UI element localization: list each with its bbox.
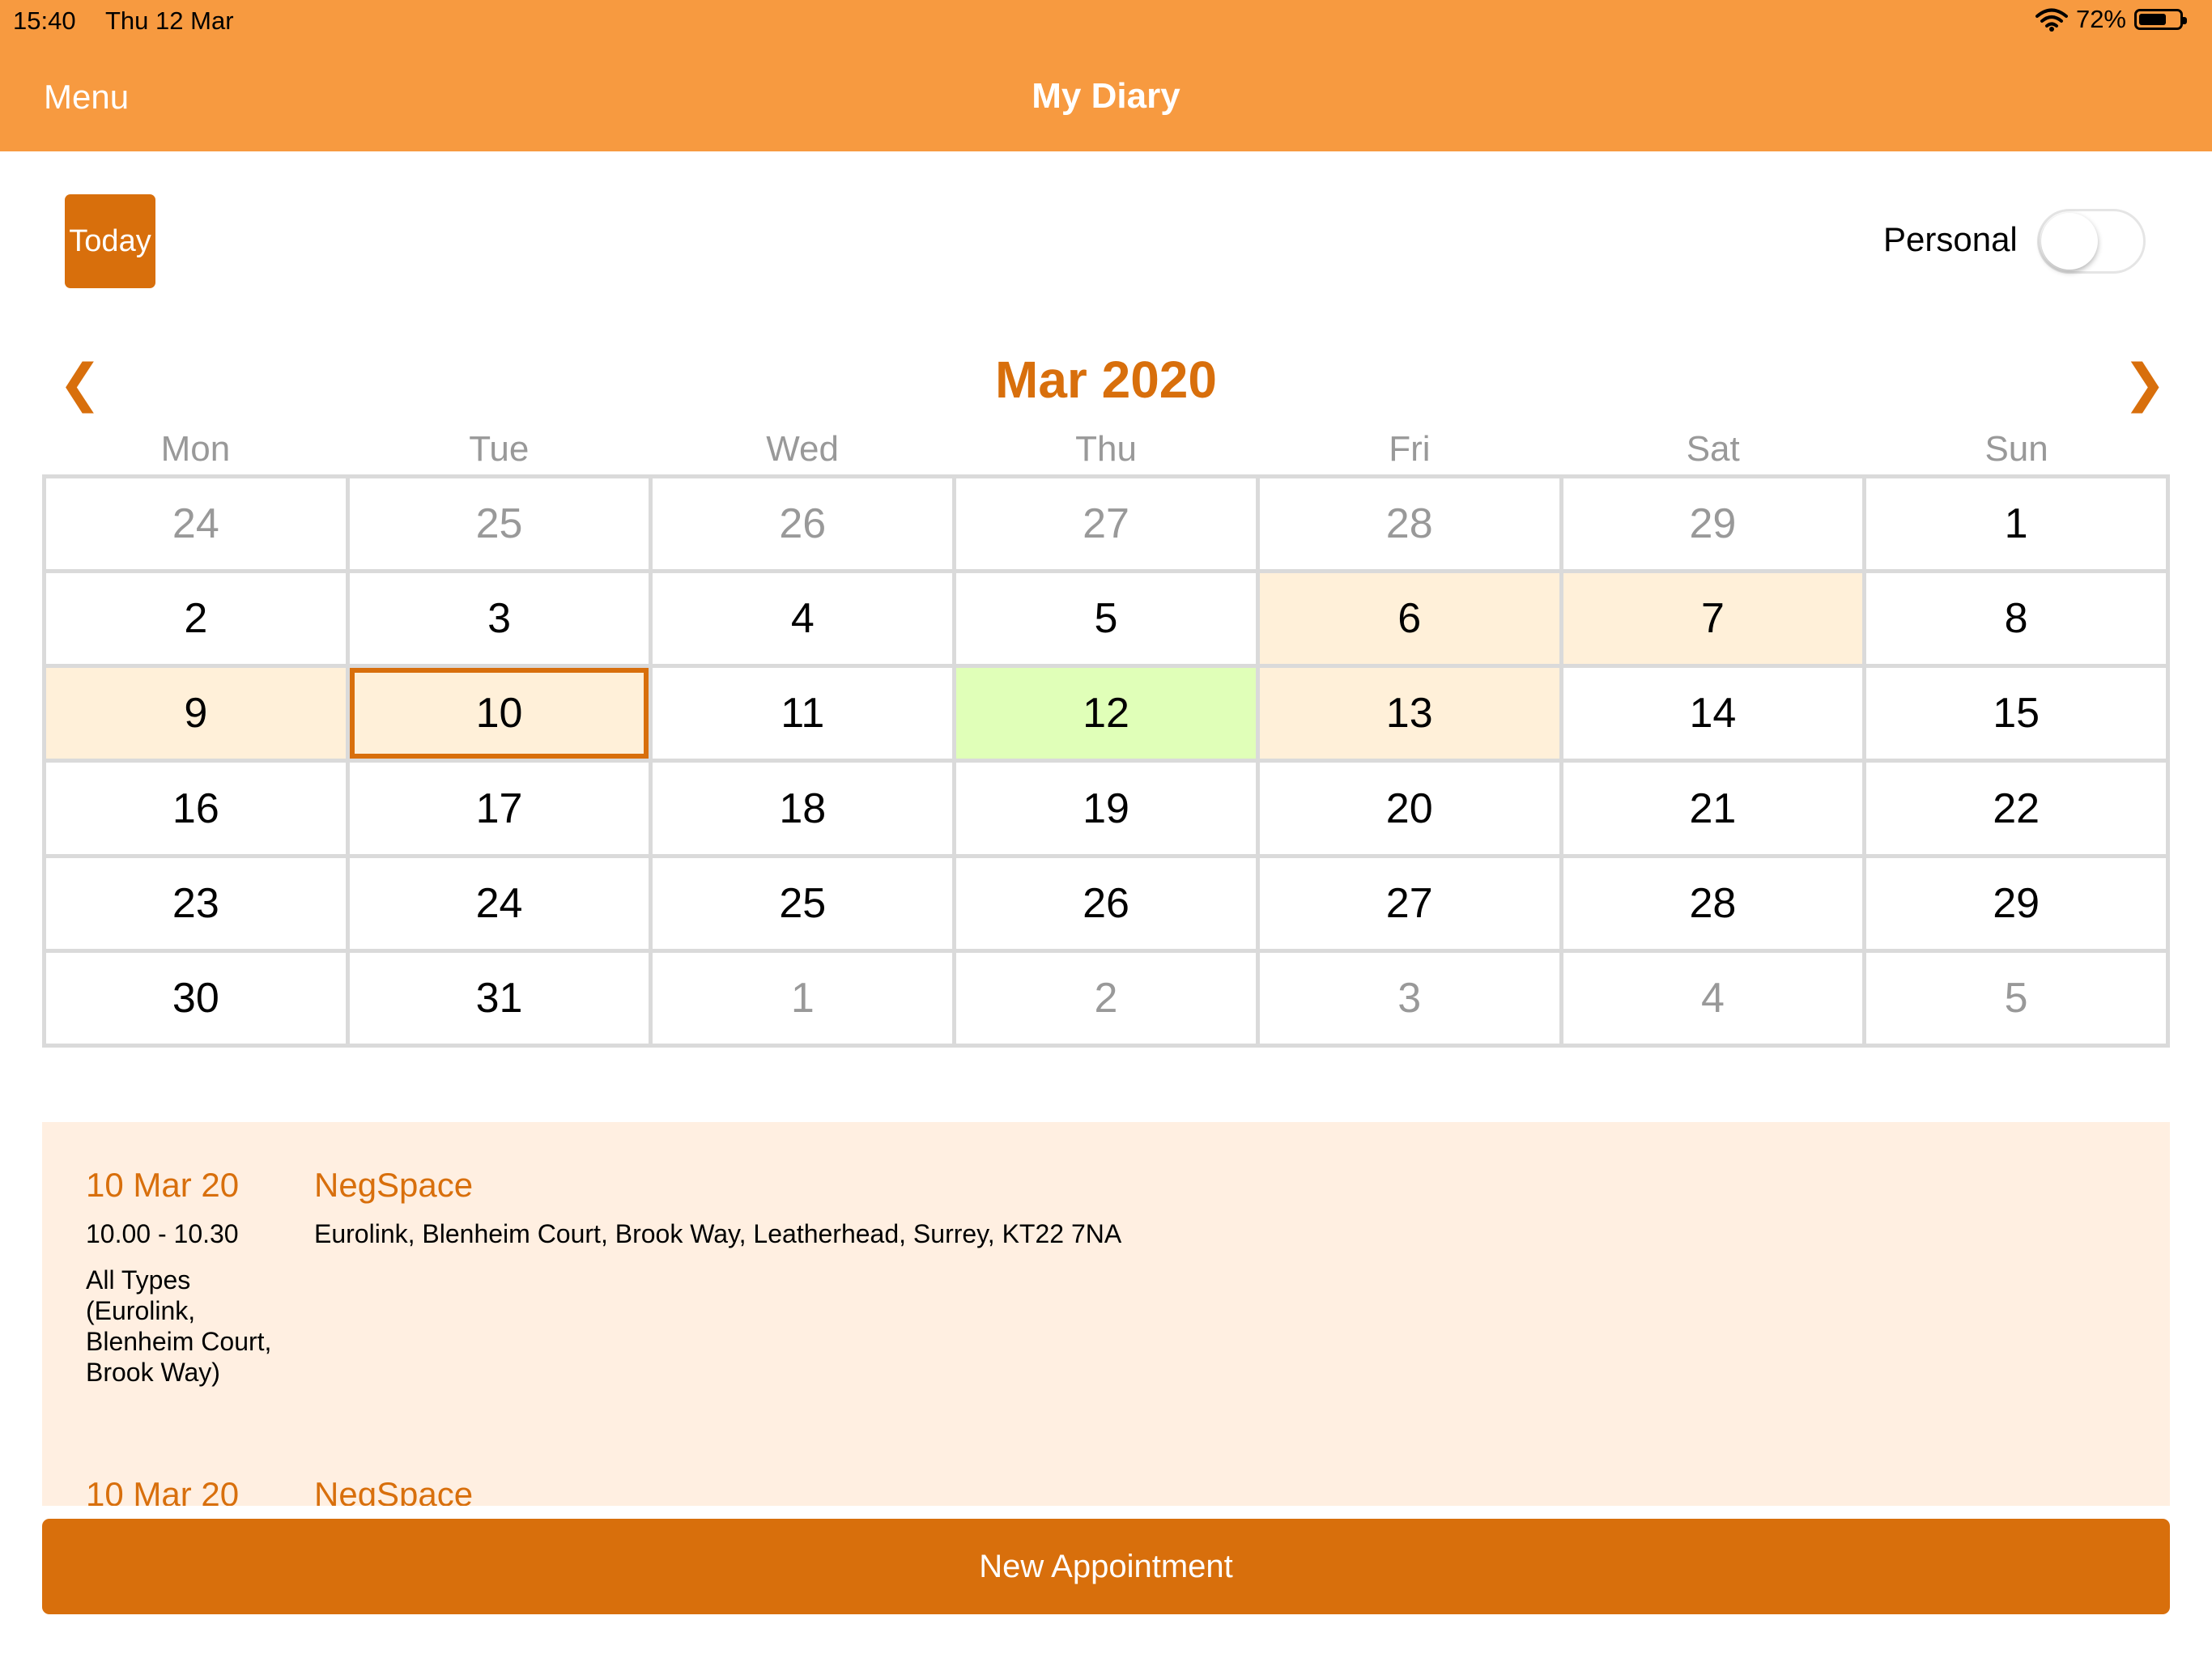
calendar-day[interactable]: 30 bbox=[46, 952, 346, 1044]
calendar-day[interactable]: 11 bbox=[653, 668, 953, 759]
calendar-day[interactable]: 20 bbox=[1259, 763, 1559, 854]
calendar-day[interactable]: 9 bbox=[46, 668, 346, 759]
calendar-day[interactable]: 3 bbox=[349, 573, 649, 665]
appointment-types: All Types (Eurolink, Blenheim Court, Bro… bbox=[86, 1265, 272, 1387]
calendar-day[interactable]: 5 bbox=[956, 573, 1256, 665]
calendar-day[interactable]: 27 bbox=[1259, 857, 1559, 949]
calendar-day[interactable]: 26 bbox=[653, 478, 953, 570]
calendar-grid: 24 25 26 27 28 29 1 2 3 4 5 6 7 8 9 10 11 12 13 14 15 16 17 18 1… bbox=[42, 474, 2170, 1048]
weekday-label: Mon bbox=[160, 429, 231, 469]
month-title: Mar 2020 bbox=[995, 351, 1217, 409]
page-title: My Diary bbox=[1032, 76, 1180, 116]
calendar-day[interactable]: 26 bbox=[956, 857, 1256, 949]
calendar-day[interactable]: 5 bbox=[1866, 952, 2166, 1044]
appointment-date: 10 Mar 20 bbox=[86, 1475, 240, 1506]
calendar-day[interactable]: 17 bbox=[349, 763, 649, 854]
calendar-day[interactable]: 1 bbox=[1866, 478, 2166, 570]
calendar-day[interactable]: 7 bbox=[1563, 573, 1863, 665]
status-date: Thu 12 Mar bbox=[105, 6, 234, 35]
calendar-day[interactable]: 2 bbox=[46, 573, 346, 665]
appointment-date: 10 Mar 20 bbox=[86, 1166, 240, 1204]
calendar-day[interactable]: 24 bbox=[349, 857, 649, 949]
calendar-day[interactable]: 14 bbox=[1563, 668, 1863, 759]
battery-nub bbox=[2183, 17, 2187, 24]
calendar-day[interactable]: 4 bbox=[653, 573, 953, 665]
calendar-day[interactable]: 29 bbox=[1563, 478, 1863, 570]
calendar-day[interactable]: 1 bbox=[653, 952, 953, 1044]
calendar-day[interactable]: 15 bbox=[1866, 668, 2166, 759]
new-appointment-button[interactable]: New Appointment bbox=[42, 1519, 2170, 1614]
battery-icon bbox=[2134, 9, 2187, 30]
calendar-day[interactable]: 22 bbox=[1866, 763, 2166, 854]
next-month-chevron-icon[interactable]: ❯ bbox=[2123, 353, 2167, 414]
weekday-label: Thu bbox=[1075, 429, 1137, 469]
calendar-day[interactable]: 28 bbox=[1259, 478, 1559, 570]
appointment-list[interactable]: 10 Mar 20 NegSpace 10.00 - 10.30 Eurolin… bbox=[42, 1122, 2170, 1506]
calendar-day[interactable]: 25 bbox=[349, 478, 649, 570]
calendar-day[interactable]: 28 bbox=[1563, 857, 1863, 949]
today-button[interactable]: Today bbox=[65, 194, 155, 288]
personal-label: Personal bbox=[1883, 220, 2018, 258]
weekday-label: Wed bbox=[766, 429, 839, 469]
personal-toggle[interactable] bbox=[2037, 209, 2146, 274]
status-time: 15:40 bbox=[13, 6, 76, 35]
calendar-day[interactable]: 19 bbox=[956, 763, 1256, 854]
calendar-day[interactable]: 13 bbox=[1259, 668, 1559, 759]
weekday-label: Sun bbox=[1984, 429, 2048, 469]
calendar-day[interactable]: 31 bbox=[349, 952, 649, 1044]
weekday-header: Mon Tue Wed Thu Fri Sat Sun bbox=[44, 429, 2168, 478]
calendar-day[interactable]: 8 bbox=[1866, 573, 2166, 665]
calendar-day[interactable]: 16 bbox=[46, 763, 346, 854]
calendar-day[interactable]: 24 bbox=[46, 478, 346, 570]
calendar-day[interactable]: 29 bbox=[1866, 857, 2166, 949]
battery-level bbox=[2139, 14, 2166, 25]
toggle-knob bbox=[2041, 213, 2098, 270]
app-header: 15:40 Thu 12 Mar 72% Menu My Diary bbox=[0, 0, 2212, 151]
weekday-label: Sat bbox=[1686, 429, 1740, 469]
calendar-day[interactable]: 6 bbox=[1259, 573, 1559, 665]
calendar-day[interactable]: 18 bbox=[653, 763, 953, 854]
wifi-icon bbox=[2035, 8, 2068, 32]
calendar-day[interactable]: 27 bbox=[956, 478, 1256, 570]
status-indicators: 72% bbox=[2035, 5, 2187, 34]
appointment-address: Eurolink, Blenheim Court, Brook Way, Lea… bbox=[314, 1219, 1122, 1248]
appointment-time: 10.00 - 10.30 bbox=[86, 1219, 239, 1248]
calendar-day[interactable]: 23 bbox=[46, 857, 346, 949]
calendar-day[interactable]: 2 bbox=[956, 952, 1256, 1044]
weekday-label: Fri bbox=[1389, 429, 1431, 469]
calendar-day[interactable]: 3 bbox=[1259, 952, 1559, 1044]
appointment-title: NegSpace bbox=[314, 1475, 474, 1506]
calendar-day[interactable]: 25 bbox=[653, 857, 953, 949]
calendar-day[interactable]: 4 bbox=[1563, 952, 1863, 1044]
appointment-title: NegSpace bbox=[314, 1166, 474, 1204]
weekday-label: Tue bbox=[469, 429, 530, 469]
calendar-day[interactable]: 10 bbox=[349, 668, 649, 759]
calendar-day[interactable]: 21 bbox=[1563, 763, 1863, 854]
battery-percent: 72% bbox=[2075, 5, 2126, 33]
calendar-day[interactable]: 12 bbox=[956, 668, 1256, 759]
